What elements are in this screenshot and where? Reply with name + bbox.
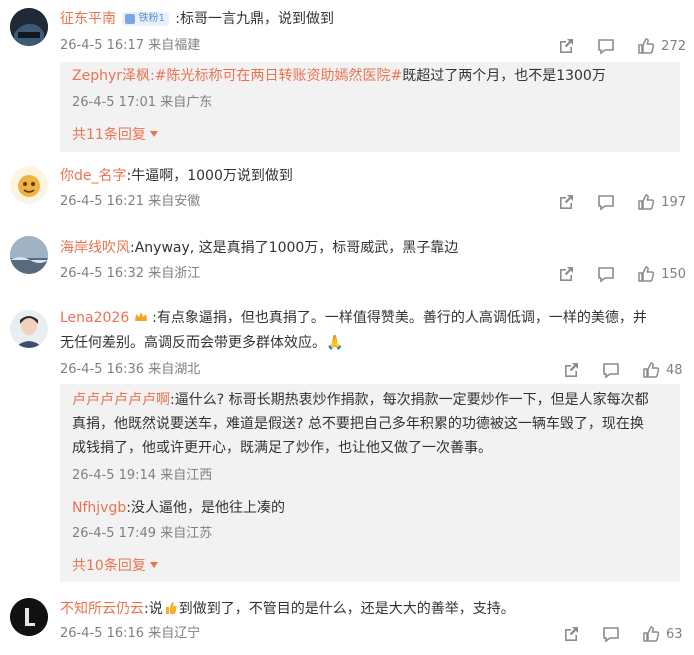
comment-text-line: 海岸线吹风:Anyway, 这是真捐了1000万，标哥威武，黑子靠边 — [60, 237, 458, 259]
comment-meta: 26-4-5 16:16 来自辽宁 — [60, 626, 201, 641]
comment-text: 到做到了，不管目的是什么，还是大大的善举，支持。 — [178, 601, 515, 617]
comment-icon[interactable] — [602, 361, 620, 379]
reply-meta: 26-4-5 17:49 来自江苏 — [72, 526, 213, 541]
chevron-down-icon — [149, 562, 158, 568]
comment-icon[interactable] — [597, 37, 615, 55]
comment-actions: 272 — [535, 37, 686, 55]
comment-text-line: 不知所云仍云:说 到做到了，不管目的是什么，还是大大的善举，支持。 — [60, 598, 515, 620]
like-icon[interactable] — [637, 265, 655, 283]
reply-text: 既超过了两个月，也不是1300万 — [402, 68, 606, 84]
reply-username-link[interactable]: Nfhjvgb — [72, 500, 126, 516]
comment-text: :Anyway, 这是真捐了1000万，标哥威武，黑子靠边 — [130, 240, 459, 256]
share-icon[interactable] — [562, 625, 580, 643]
like-count: 150 — [661, 266, 686, 282]
more-replies-label: 共10条回复 — [72, 558, 146, 574]
share-icon[interactable] — [562, 361, 580, 379]
reply-text: :没人逼他，是他往上凑的 — [126, 500, 285, 516]
comment-item: 不知所云仍云:说 到做到了，不管目的是什么，还是大大的善举，支持。 26-4-5 … — [0, 594, 694, 655]
like-icon[interactable] — [642, 625, 660, 643]
comment-meta: 26-4-5 16:32 来自浙江 — [60, 266, 201, 281]
like-icon[interactable] — [637, 37, 655, 55]
reply-preview-box: 卢卢卢卢卢卢啊:逼什么? 标哥长期热衷炒作捐款，每次捐款一定要炒作一下，但是人家… — [60, 384, 680, 582]
avatar[interactable] — [10, 310, 48, 348]
comment-actions: 63 — [540, 625, 686, 643]
username-link[interactable]: 你de_名字 — [60, 168, 127, 184]
comment-text-line: 你de_名字:牛逼啊，1000万说到做到 — [60, 165, 293, 187]
comment-actions: 197 — [535, 193, 686, 211]
like-icon[interactable] — [637, 193, 655, 211]
username-link[interactable]: 征东平南 — [60, 11, 116, 27]
reply-text-line: 成钱捐了，他或许更开心，既满足了炒作，也让他又做了一次善事。 — [72, 440, 492, 456]
comment-text: :标哥一言九鼎，说到做到 — [175, 11, 334, 27]
avatar[interactable] — [10, 8, 48, 46]
avatar[interactable] — [10, 166, 48, 204]
more-replies-link[interactable]: 共10条回复 — [72, 556, 158, 576]
comment-text-prefix: :说 — [144, 601, 163, 617]
comment-text-line: Lena2026 :有点象逼捐，但也真捐了。一样值得赞美。善行的人高调低调，一样… — [60, 307, 647, 329]
thumbs-up-emoji-icon — [165, 602, 177, 614]
comment-actions: 48 — [540, 361, 686, 379]
reply-meta: 26-4-5 19:14 来自江西 — [72, 468, 213, 483]
username-link[interactable]: 海岸线吹风 — [60, 240, 130, 256]
fan-badge-label: 铁粉1 — [138, 13, 165, 24]
comment-icon[interactable] — [597, 193, 615, 211]
like-count: 48 — [666, 362, 683, 378]
reply-text-line: 卢卢卢卢卢卢啊:逼什么? 标哥长期热衷炒作捐款，每次捐款一定要炒作一下，但是人家… — [72, 388, 649, 412]
like-count: 63 — [666, 626, 683, 642]
like-icon[interactable] — [642, 361, 660, 379]
comment-text-line: 征东平南 铁粉1 :标哥一言九鼎，说到做到 — [60, 8, 334, 30]
like-count: 197 — [661, 194, 686, 210]
reply-text-line: Zephyr泽枫:#陈光标称可在两日转账资助嫣然医院#既超过了两个月，也不是13… — [72, 64, 606, 88]
more-replies-link[interactable]: 共11条回复 — [72, 125, 158, 145]
comment-item: 海岸线吹风:Anyway, 这是真捐了1000万，标哥威武，黑子靠边 26-4-… — [0, 233, 694, 295]
reply-text-line: 真捐，他既然说要送车，难道是假送? 总不要把自己多年积累的功德被这一辆车毁了，现… — [72, 416, 644, 432]
share-icon[interactable] — [557, 193, 575, 211]
comment-item: Lena2026 :有点象逼捐，但也真捐了。一样值得赞美。善行的人高调低调，一样… — [0, 302, 694, 587]
crown-icon — [134, 312, 147, 321]
comment-meta: 26-4-5 16:17 来自福建 — [60, 38, 201, 53]
reply-text: :逼什么? 标哥长期热衷炒作捐款，每次捐款一定要炒作一下，但是人家每次都 — [170, 392, 649, 408]
comment-meta: 26-4-5 16:36 来自湖北 — [60, 362, 201, 377]
topic-tag-link[interactable]: :#陈光标称可在两日转账资助嫣然医院# — [150, 68, 402, 84]
comment-actions: 150 — [535, 265, 686, 283]
username-link[interactable]: Lena2026 — [60, 310, 129, 326]
reply-username-link[interactable]: 卢卢卢卢卢卢啊 — [72, 392, 170, 408]
username-link[interactable]: 不知所云仍云 — [60, 601, 144, 617]
reply-meta: 26-4-5 17:01 来自广东 — [72, 95, 213, 110]
comment-meta: 26-4-5 16:21 来自安徽 — [60, 194, 201, 209]
chevron-down-icon — [149, 131, 158, 137]
reply-text-line: Nfhjvgb:没人逼他，是他往上凑的 — [72, 496, 285, 520]
comment-icon[interactable] — [597, 265, 615, 283]
fan-badge-icon — [125, 14, 136, 24]
comment-icon[interactable] — [602, 625, 620, 643]
comment-text: :牛逼啊，1000万说到做到 — [126, 168, 293, 184]
avatar[interactable] — [10, 598, 48, 636]
share-icon[interactable] — [557, 265, 575, 283]
comment-item: 征东平南 铁粉1 :标哥一言九鼎，说到做到 26-4-5 16:17 来自福建 … — [0, 0, 694, 160]
reply-username-link[interactable]: Zephyr泽枫 — [72, 68, 150, 84]
reply-preview-box: Zephyr泽枫:#陈光标称可在两日转账资助嫣然医院#既超过了两个月，也不是13… — [60, 62, 680, 152]
share-icon[interactable] — [557, 37, 575, 55]
more-replies-label: 共11条回复 — [72, 127, 146, 143]
avatar[interactable] — [10, 236, 48, 274]
comment-text: :有点象逼捐，但也真捐了。一样值得赞美。善行的人高调低调，一样的美德，并 — [152, 310, 647, 326]
comment-item: 你de_名字:牛逼啊，1000万说到做到 26-4-5 16:21 来自安徽 1… — [0, 160, 694, 226]
comment-text-line: 无任何差别。高调反而会带更多群体效应。🙏 — [60, 335, 344, 351]
like-count: 272 — [661, 38, 686, 54]
fan-badge: 铁粉1 — [122, 12, 169, 26]
